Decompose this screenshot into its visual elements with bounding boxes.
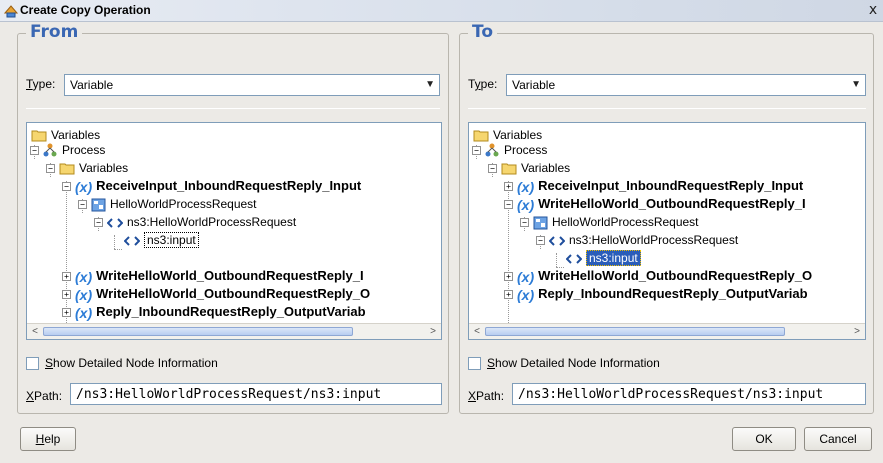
tree-node-ns3-input[interactable]: ns3:input <box>566 249 641 267</box>
checkbox-box[interactable] <box>468 357 481 370</box>
tree-line <box>556 253 557 267</box>
to-horizontal-scrollbar[interactable]: < > <box>469 323 865 339</box>
from-separator <box>26 108 440 109</box>
tree-node-ns3-input[interactable]: ns3:input <box>124 231 199 249</box>
from-panel: From Type: Variable ▼ Variables − Proces… <box>17 22 449 414</box>
folder-icon <box>59 163 75 175</box>
tree-node-reply[interactable]: (x) Reply_InboundRequestReply_OutputVaria… <box>517 285 808 303</box>
element-icon <box>566 254 582 264</box>
from-type-select[interactable]: Variable ▼ <box>64 74 440 96</box>
cancel-button[interactable]: Cancel <box>804 427 872 451</box>
to-type-row: Type: Variable ▼ <box>468 74 866 96</box>
collapse-toggle[interactable]: − <box>62 182 71 191</box>
from-show-details-checkbox[interactable]: Show Detailed Node Information <box>26 355 276 371</box>
collapse-toggle[interactable]: − <box>504 200 513 209</box>
element-icon <box>107 218 123 228</box>
scroll-thumb[interactable] <box>485 327 785 336</box>
from-xpath-input[interactable]: /ns3:HelloWorldProcessRequest/ns3:input <box>70 383 442 405</box>
from-tree[interactable]: Variables − Process − Variables − (x) Rec… <box>26 122 442 340</box>
message-part-icon <box>91 198 106 212</box>
tree-node-write-hello-2[interactable]: (x) WriteHelloWorld_OutboundRequestReply_… <box>517 267 812 285</box>
variable-icon: (x) <box>517 286 535 303</box>
close-icon[interactable]: x <box>865 2 881 19</box>
to-xpath-label: XPath: <box>468 389 505 403</box>
collapse-toggle[interactable]: − <box>536 236 545 245</box>
tree-node-reply[interactable]: (x) Reply_InboundRequestReply_OutputVaria… <box>75 303 366 321</box>
to-type-select[interactable]: Variable ▼ <box>506 74 866 96</box>
to-panel: To Type: Variable ▼ Variables − Process … <box>459 22 874 414</box>
folder-icon <box>501 163 517 175</box>
tree-node-write-hello-2[interactable]: (x) WriteHelloWorld_OutboundRequestReply_… <box>75 285 370 303</box>
tree-node-write-hello[interactable]: (x) WriteHelloWorld_OutboundRequestReply_… <box>517 195 806 213</box>
from-type-value: Variable <box>70 78 114 92</box>
element-icon <box>549 236 565 246</box>
expand-toggle[interactable]: + <box>62 290 71 299</box>
chevron-down-icon: ▼ <box>851 79 861 90</box>
variable-icon: (x) <box>75 286 93 303</box>
collapse-toggle[interactable]: − <box>30 146 39 155</box>
to-separator <box>468 108 866 109</box>
variable-icon: (x) <box>517 268 535 285</box>
collapse-toggle[interactable]: − <box>520 218 529 227</box>
process-icon <box>485 143 499 157</box>
collapse-toggle[interactable]: − <box>94 218 103 227</box>
variable-icon: (x) <box>75 268 93 285</box>
window-title: Create Copy Operation <box>20 3 151 17</box>
tree-node-receive-input[interactable]: (x) ReceiveInput_InboundRequestReply_Inpu… <box>517 177 803 195</box>
collapse-toggle[interactable]: − <box>46 164 55 173</box>
from-horizontal-scrollbar[interactable]: < > <box>27 323 441 339</box>
show-details-label: Show Detailed Node Information <box>487 356 660 370</box>
from-type-row: Type: Variable ▼ <box>26 74 442 96</box>
tree-node-receive-input[interactable]: (x) ReceiveInput_InboundRequestReply_Inpu… <box>75 177 361 195</box>
expand-toggle[interactable]: + <box>62 272 71 281</box>
collapse-toggle[interactable]: − <box>472 146 481 155</box>
tree-line <box>114 249 122 250</box>
to-tree[interactable]: Variables − Process − Variables + (x) Rec… <box>468 122 866 340</box>
show-details-label: Show Detailed Node Information <box>45 356 218 370</box>
process-icon <box>43 143 57 157</box>
scroll-right-icon[interactable]: > <box>850 325 864 338</box>
tree-node-variables[interactable]: Variables <box>501 159 570 177</box>
checkbox-box[interactable] <box>26 357 39 370</box>
collapse-toggle[interactable]: − <box>488 164 497 173</box>
scroll-thumb[interactable] <box>43 327 353 336</box>
to-type-label: Type: <box>468 77 498 91</box>
tree-node-ns3-request[interactable]: ns3:HelloWorldProcessRequest <box>107 213 296 231</box>
variable-icon: (x) <box>75 178 93 195</box>
title-bar: Create Copy Operation x <box>0 0 883 22</box>
ok-button[interactable]: OK <box>732 427 796 451</box>
tree-node-variables[interactable]: Variables <box>59 159 128 177</box>
tree-line <box>114 235 115 249</box>
copy-operation-icon <box>3 5 19 18</box>
tree-node-hello-request[interactable]: HelloWorldProcessRequest <box>533 213 699 231</box>
from-type-label: Type: <box>26 77 56 91</box>
to-show-details-checkbox[interactable]: Show Detailed Node Information <box>468 355 718 371</box>
scroll-left-icon[interactable]: < <box>28 325 42 338</box>
expand-toggle[interactable]: + <box>504 290 513 299</box>
expand-toggle[interactable]: + <box>504 272 513 281</box>
tree-node-hello-request[interactable]: HelloWorldProcessRequest <box>91 195 257 213</box>
scroll-left-icon[interactable]: < <box>470 325 484 338</box>
to-xpath-input[interactable]: /ns3:HelloWorldProcessRequest/ns3:input <box>512 383 866 405</box>
variable-icon: (x) <box>517 178 535 195</box>
scroll-right-icon[interactable]: > <box>426 325 440 338</box>
message-part-icon <box>533 216 548 230</box>
from-legend: From <box>26 22 83 42</box>
variable-icon: (x) <box>517 196 535 213</box>
tree-node-write-hello[interactable]: (x) WriteHelloWorld_OutboundRequestReply_… <box>75 267 364 285</box>
help-button[interactable]: Help <box>20 427 76 451</box>
chevron-down-icon: ▼ <box>425 79 435 90</box>
tree-node-ns3-request[interactable]: ns3:HelloWorldProcessRequest <box>549 231 738 249</box>
tree-node-process[interactable]: Process <box>43 141 105 159</box>
tree-node-process[interactable]: Process <box>485 141 547 159</box>
collapse-toggle[interactable]: − <box>78 200 87 209</box>
expand-toggle[interactable]: + <box>504 182 513 191</box>
to-legend: To <box>468 22 498 42</box>
element-icon <box>124 236 140 246</box>
variable-icon: (x) <box>75 304 93 321</box>
to-type-value: Variable <box>512 78 556 92</box>
from-xpath-label: XPath: <box>26 389 63 403</box>
expand-toggle[interactable]: + <box>62 308 71 317</box>
